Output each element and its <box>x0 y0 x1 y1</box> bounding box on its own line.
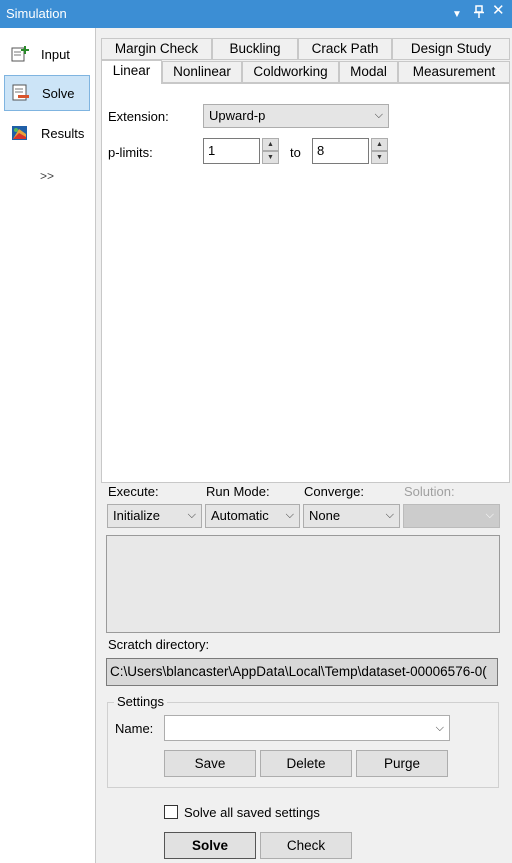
plimits-from-input[interactable]: 1 <box>203 138 260 164</box>
delete-button[interactable]: Delete <box>260 750 352 777</box>
plimits-to-stepper[interactable]: ▲ ▼ <box>371 138 388 164</box>
linear-tab-panel <box>101 83 510 483</box>
tab-modal[interactable]: Modal <box>339 61 398 83</box>
solve-button[interactable]: Solve <box>164 832 256 859</box>
input-icon <box>11 45 29 63</box>
down-arrow-icon[interactable]: ▼ <box>262 151 279 164</box>
results-icon <box>11 124 29 142</box>
chevron-down-icon: ⌵ <box>187 509 196 521</box>
chevron-down-icon: ⌵ <box>435 722 444 734</box>
tab-design-study[interactable]: Design Study <box>392 38 510 60</box>
tab-measurement[interactable]: Measurement <box>398 61 510 83</box>
nav-item-results[interactable]: Results <box>4 115 90 151</box>
run-mode-value: Automatic <box>211 508 269 523</box>
chevron-down-icon: ⌵ <box>385 509 394 521</box>
solve-all-label: Solve all saved settings <box>184 805 320 820</box>
tab-nonlinear[interactable]: Nonlinear <box>162 61 242 83</box>
converge-value: None <box>309 508 341 523</box>
settings-name-select[interactable]: ⌵ <box>164 715 450 741</box>
pin-icon[interactable] <box>473 5 485 23</box>
nav-item-label: Input <box>41 46 70 62</box>
plimits-label: p-limits: <box>108 145 153 160</box>
name-label: Name: <box>115 721 154 736</box>
extension-label: Extension: <box>108 109 169 124</box>
output-box[interactable] <box>106 535 500 633</box>
left-navigation: Input Solve Results >> <box>0 28 96 863</box>
window-title: Simulation <box>6 6 67 21</box>
chevron-down-icon: ⌵ <box>374 109 383 121</box>
tab-buckling[interactable]: Buckling <box>212 38 298 60</box>
tab-linear[interactable]: Linear <box>101 60 162 84</box>
nav-item-label: Results <box>41 125 85 141</box>
execute-label: Execute: <box>108 484 159 499</box>
extension-select[interactable]: Upward-p ⌵ <box>203 104 389 128</box>
execute-value: Initialize <box>113 508 160 523</box>
nav-item-input[interactable]: Input <box>4 36 90 72</box>
chevron-down-icon: ⌵ <box>285 509 294 521</box>
tab-margin-check[interactable]: Margin Check <box>101 38 212 60</box>
expand-nav-button[interactable]: >> <box>40 169 54 183</box>
scratch-directory-label: Scratch directory: <box>108 637 210 652</box>
solution-select: ⌵ <box>403 504 500 528</box>
chevron-down-icon: ⌵ <box>485 509 494 521</box>
tab-coldworking[interactable]: Coldworking <box>242 61 339 83</box>
scratch-directory-field[interactable]: C:\Users\blancaster\AppData\Local\Temp\d… <box>106 658 498 686</box>
down-arrow-icon[interactable]: ▼ <box>371 151 388 164</box>
save-button[interactable]: Save <box>164 750 256 777</box>
settings-legend: Settings <box>114 694 167 709</box>
plimits-from-stepper[interactable]: ▲ ▼ <box>262 138 279 164</box>
purge-button[interactable]: Purge <box>356 750 448 777</box>
extension-value: Upward-p <box>209 108 266 123</box>
plimits-to-input[interactable]: 8 <box>312 138 369 164</box>
run-mode-select[interactable]: Automatic ⌵ <box>205 504 300 528</box>
converge-label: Converge: <box>304 484 364 499</box>
up-arrow-icon[interactable]: ▲ <box>262 138 279 151</box>
to-label: to <box>290 145 301 160</box>
tab-crack-path[interactable]: Crack Path <box>298 38 392 60</box>
solution-label: Solution: <box>404 484 455 499</box>
execute-select[interactable]: Initialize ⌵ <box>107 504 202 528</box>
solve-all-checkbox[interactable] <box>164 805 178 819</box>
close-icon[interactable]: ✕ <box>492 3 505 19</box>
nav-item-label: Solve <box>42 85 75 101</box>
up-arrow-icon[interactable]: ▲ <box>371 138 388 151</box>
check-button[interactable]: Check <box>260 832 352 859</box>
nav-item-solve[interactable]: Solve <box>4 75 90 111</box>
converge-select[interactable]: None ⌵ <box>303 504 400 528</box>
solve-icon <box>12 84 30 102</box>
run-mode-label: Run Mode: <box>206 484 270 499</box>
dropdown-icon[interactable]: ▼ <box>452 7 462 23</box>
window-title-bar: Simulation ▼ ✕ <box>0 0 512 28</box>
